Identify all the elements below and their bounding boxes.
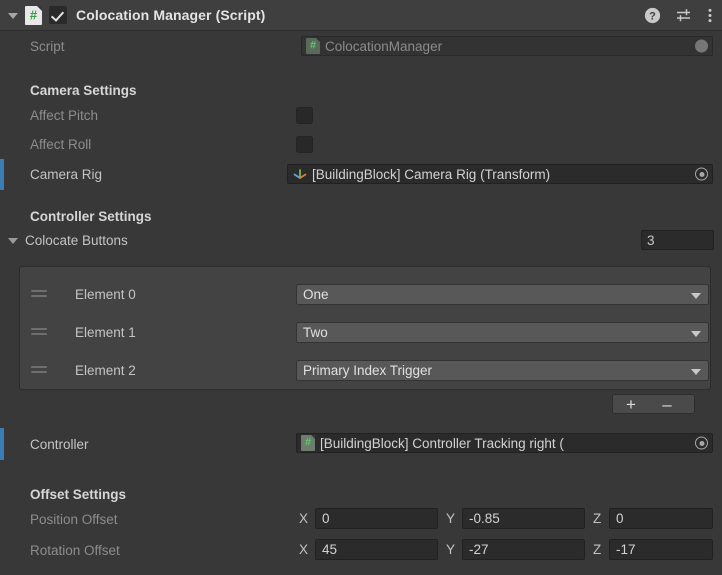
rotation-offset-row: Rotation Offset X 45 Y -27 Z -17 — [0, 536, 722, 564]
chevron-down-icon — [691, 331, 701, 337]
camera-rig-row: Camera Rig [BuildingBlock] Camera Rig (T… — [0, 159, 722, 190]
camera-settings-heading-row: Camera Settings — [0, 74, 722, 101]
camera-rig-label: Camera Rig — [0, 167, 102, 182]
affect-pitch-row: Affect Pitch — [0, 101, 722, 130]
array-element-row: Element 2 Primary Index Trigger — [0, 357, 722, 384]
script-row: Script ColocationManager — [0, 31, 722, 62]
rotation-offset-z-field[interactable]: -17 — [609, 539, 713, 560]
affect-roll-row: Affect Roll — [0, 130, 722, 159]
position-offset-z-field[interactable]: 0 — [609, 508, 713, 529]
array-foldout-icon[interactable] — [8, 234, 20, 246]
offset-settings-heading-row: Offset Settings — [0, 478, 722, 505]
chevron-down-icon — [691, 293, 701, 299]
csharp-script-icon — [306, 38, 320, 54]
affect-pitch-checkbox[interactable] — [296, 107, 313, 124]
position-offset-row: Position Offset X 0 Y -0.85 Z 0 — [0, 505, 722, 533]
controller-label: Controller — [0, 437, 89, 452]
csharp-script-icon — [301, 435, 315, 451]
rotation-offset-label: Rotation Offset — [0, 543, 120, 558]
element-2-label: Element 2 — [0, 363, 136, 378]
position-offset-x-field[interactable]: 0 — [315, 508, 438, 529]
chevron-down-icon — [691, 369, 701, 375]
array-size-field[interactable]: 3 — [641, 230, 714, 250]
affect-roll-checkbox[interactable] — [296, 136, 313, 153]
element-1-dropdown[interactable]: Two — [296, 322, 709, 343]
component-title: Colocation Manager (Script) — [76, 7, 265, 23]
script-label: Script — [0, 39, 65, 54]
unity-inspector-component: Colocation Manager (Script) ? Script Col… — [0, 0, 722, 575]
rotation-offset-x-axis-label: X — [299, 542, 308, 557]
element-2-dropdown[interactable]: Primary Index Trigger — [296, 360, 709, 381]
element-0-dropdown[interactable]: One — [296, 284, 709, 305]
array-add-remove-group: + – — [612, 394, 695, 414]
script-object-field[interactable]: ColocationManager — [301, 36, 713, 56]
controller-object-field[interactable]: [BuildingBlock] Controller Tracking righ… — [296, 433, 713, 453]
controller-object-value: [BuildingBlock] Controller Tracking righ… — [320, 436, 564, 451]
drag-handle-icon[interactable] — [31, 328, 47, 337]
array-add-button[interactable]: + — [613, 395, 649, 413]
rotation-offset-x-field[interactable]: 45 — [315, 539, 438, 560]
preset-icon[interactable] — [675, 7, 693, 24]
array-element-row: Element 1 Two — [0, 319, 722, 346]
element-1-label: Element 1 — [0, 325, 136, 340]
rotation-offset-y-axis-label: Y — [446, 542, 455, 557]
element-0-label: Element 0 — [0, 287, 136, 302]
element-1-value: Two — [303, 325, 328, 340]
prefab-override-bar — [0, 428, 4, 460]
component-enabled-checkbox[interactable] — [49, 6, 67, 24]
controller-row: Controller [BuildingBlock] Controller Tr… — [0, 428, 722, 460]
script-object-value: ColocationManager — [325, 39, 442, 54]
help-icon[interactable]: ? — [644, 7, 661, 24]
position-offset-label: Position Offset — [0, 512, 118, 527]
position-offset-y-field[interactable]: -0.85 — [462, 508, 585, 529]
header-icon-group: ? — [644, 0, 713, 30]
controller-settings-heading: Controller Settings — [0, 209, 152, 224]
drag-handle-icon[interactable] — [31, 366, 47, 375]
affect-pitch-label: Affect Pitch — [0, 108, 98, 123]
component-header[interactable]: Colocation Manager (Script) ? — [0, 0, 722, 31]
array-size-value: 3 — [647, 233, 655, 248]
element-0-value: One — [303, 287, 329, 302]
camera-rig-object-value: [BuildingBlock] Camera Rig (Transform) — [312, 167, 550, 182]
position-offset-z-axis-label: Z — [593, 511, 601, 526]
svg-text:?: ? — [649, 10, 656, 22]
object-picker-icon[interactable] — [693, 166, 710, 183]
prefab-override-bar — [0, 159, 4, 190]
position-offset-y-axis-label: Y — [446, 511, 455, 526]
array-element-row: Element 0 One — [0, 281, 722, 308]
csharp-script-icon — [25, 6, 42, 25]
array-remove-button[interactable]: – — [649, 395, 685, 413]
controller-settings-heading-row: Controller Settings — [0, 200, 722, 227]
transform-gizmo-icon — [292, 166, 308, 182]
rotation-offset-z-axis-label: Z — [593, 542, 601, 557]
colocate-buttons-array-header[interactable]: Colocate Buttons 3 — [0, 227, 722, 253]
camera-rig-object-field[interactable]: [BuildingBlock] Camera Rig (Transform) — [287, 164, 713, 184]
object-picker-icon[interactable] — [693, 435, 710, 452]
camera-settings-heading: Camera Settings — [0, 83, 137, 98]
drag-handle-icon[interactable] — [31, 290, 47, 299]
component-foldout-icon[interactable] — [7, 9, 20, 22]
rotation-offset-y-field[interactable]: -27 — [462, 539, 585, 560]
offset-settings-heading: Offset Settings — [0, 487, 126, 502]
object-picker-icon[interactable] — [693, 38, 710, 55]
element-2-value: Primary Index Trigger — [303, 363, 432, 378]
more-menu-icon[interactable] — [707, 7, 713, 24]
position-offset-x-axis-label: X — [299, 511, 308, 526]
affect-roll-label: Affect Roll — [0, 137, 91, 152]
